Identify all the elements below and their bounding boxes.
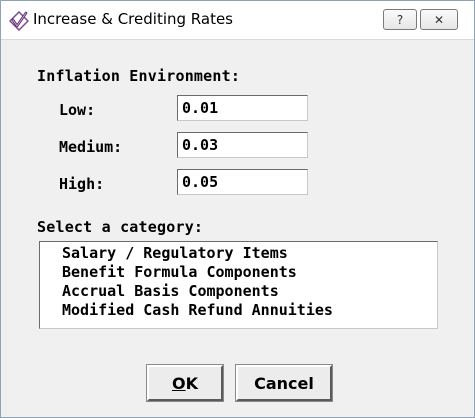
medium-label: Medium: — [59, 138, 123, 156]
ok-label-rest: K — [185, 373, 198, 393]
category-heading: Select a category: — [37, 218, 204, 236]
low-label: Low: — [59, 101, 96, 119]
low-rate-input[interactable] — [177, 95, 308, 121]
title-bar[interactable]: Increase & Crediting Rates ? ✕ — [1, 1, 474, 40]
high-rate-input[interactable] — [177, 169, 308, 195]
cancel-button[interactable]: Cancel — [235, 364, 333, 402]
dialog-window: Increase & Crediting Rates ? ✕ Inflation… — [0, 0, 475, 418]
help-button[interactable]: ? — [383, 9, 417, 30]
window-title: Increase & Crediting Rates — [33, 10, 233, 28]
cancel-label: Cancel — [254, 373, 314, 393]
list-item[interactable]: Accrual Basis Components — [40, 282, 437, 301]
help-icon: ? — [396, 12, 404, 27]
list-item[interactable]: Benefit Formula Components — [40, 263, 437, 282]
ok-mnemonic: O — [171, 373, 186, 393]
checkmark-diamond-icon — [9, 11, 29, 31]
high-label: High: — [59, 175, 105, 193]
list-item[interactable]: Modified Cash Refund Annuities — [40, 301, 437, 320]
category-listbox[interactable]: Salary / Regulatory Items Benefit Formul… — [39, 241, 438, 329]
medium-rate-input[interactable] — [177, 132, 308, 158]
ok-button[interactable]: OK — [146, 364, 224, 402]
close-button[interactable]: ✕ — [420, 9, 458, 30]
close-icon: ✕ — [433, 12, 445, 27]
inflation-heading: Inflation Environment: — [37, 67, 241, 85]
list-item[interactable]: Salary / Regulatory Items — [40, 244, 437, 263]
